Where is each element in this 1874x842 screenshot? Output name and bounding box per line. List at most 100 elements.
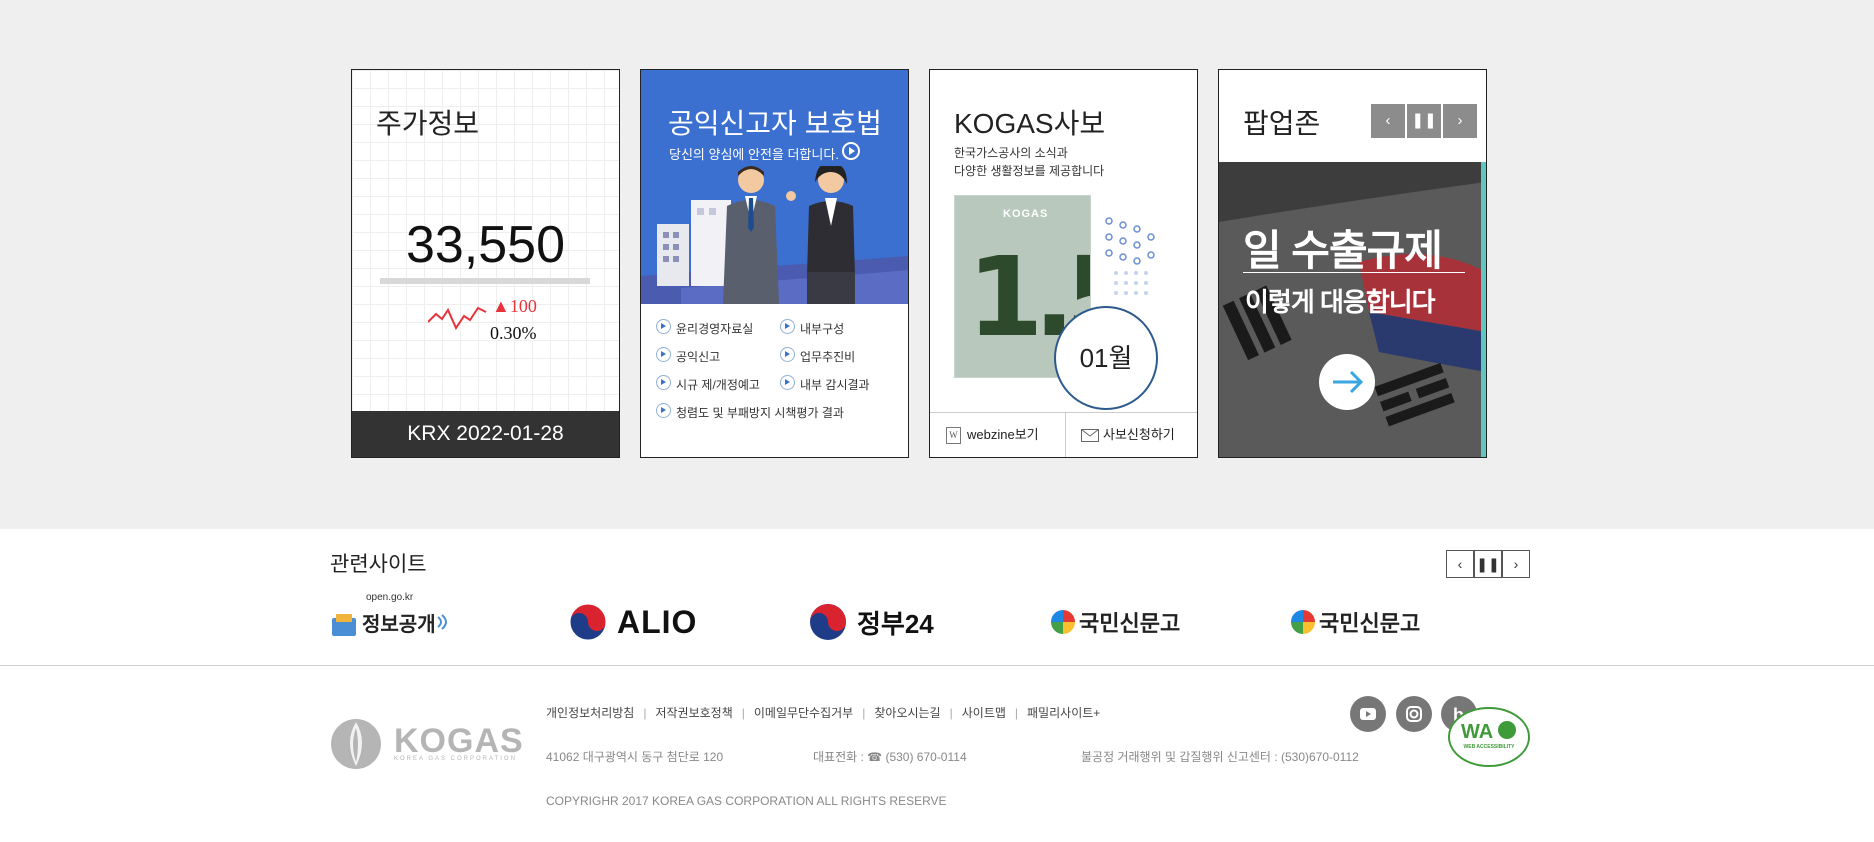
- link-ethics-archive[interactable]: 윤리경영자료실: [656, 319, 753, 337]
- link-audit-results[interactable]: 내부 감시결과: [780, 375, 870, 393]
- related-next-button[interactable]: ›: [1502, 550, 1530, 578]
- footer-links: 개인정보처리방침 | 저작권보호정책 | 이메일무단수집거부 | 찾아오시는길 | 사이트맵 | 패…: [546, 704, 1100, 721]
- epeople-name: 국민신문고: [1319, 611, 1421, 637]
- signal-icon: [436, 614, 447, 630]
- related-logo-epeople-2[interactable]: 국민신문고: [1289, 596, 1420, 648]
- link-regulation-notice[interactable]: 시규 제/개정예고: [656, 375, 760, 393]
- youtube-button[interactable]: [1350, 696, 1386, 732]
- popup-next-button[interactable]: ›: [1443, 104, 1477, 138]
- related-logo-gov24[interactable]: 정부24: [809, 596, 934, 648]
- stock-date-footer: KRX 2022-01-28: [352, 411, 619, 457]
- gov24-name: 정부24: [857, 608, 934, 639]
- epeople-name: 국민신문고: [1079, 611, 1181, 637]
- webzine-view-label: webzine보기: [967, 427, 1039, 442]
- webzine-desc-line1: 한국가스공사의 소식과: [954, 146, 1068, 160]
- popup-zone-title: 팝업존: [1243, 108, 1321, 139]
- chevron-left-icon: ‹: [1457, 556, 1463, 572]
- trend-line-icon: [428, 306, 487, 331]
- stock-title: 주가정보: [376, 108, 480, 139]
- open-go-logo-icon: [332, 614, 356, 636]
- footer-link-copyright[interactable]: 저작권보호정책: [655, 706, 732, 720]
- web-accessibility-mark: WA WEB ACCESSIBILITY: [1447, 706, 1531, 773]
- footer-kogas-logo[interactable]: KOGAS KOREA GAS CORPORATION: [330, 718, 523, 775]
- footer-link-directions[interactable]: 찾아오시는길: [874, 706, 940, 720]
- cover-logo: KOGAS: [1003, 208, 1049, 220]
- envelope-icon: [1081, 429, 1099, 443]
- footer-link-privacy[interactable]: 개인정보처리방침: [546, 706, 634, 720]
- link-integrity-evaluation[interactable]: 청렴도 및 부패방지 시책평가 결과: [656, 403, 844, 421]
- whistleblower-card[interactable]: 공익신고자 보호법 당신의 양심에 안전을 더합니다. 윤리경영자료실 내부구성…: [640, 69, 909, 458]
- footer-link-email-refusal[interactable]: 이메일무단수집거부: [754, 706, 853, 720]
- related-prev-button[interactable]: ‹: [1446, 550, 1474, 578]
- stock-percent: 0.30%: [490, 323, 537, 343]
- popup-zone-card[interactable]: 팝업존 ‹ ❚❚ › 일 수출규제 이렇게 대응합니다: [1218, 69, 1487, 458]
- people-illustration-icon: [641, 166, 908, 304]
- youtube-icon: [1360, 708, 1376, 720]
- webzine-view-button[interactable]: Wwebzine보기: [946, 413, 1064, 457]
- popup-banner-image[interactable]: 일 수출규제 이렇게 대응합니다: [1219, 162, 1486, 457]
- svg-text:WA: WA: [1461, 721, 1493, 743]
- kogas-logo-sub: KOREA GAS CORPORATION: [394, 756, 517, 762]
- chevron-right-icon: ›: [1513, 556, 1519, 572]
- banner-arrow-button[interactable]: [1319, 354, 1375, 410]
- webzine-footer: Wwebzine보기 사보신청하기: [930, 412, 1197, 457]
- whistleblower-subtitle: 당신의 양심에 안전을 더합니다.: [669, 147, 839, 162]
- taegeuk-icon: [569, 603, 607, 641]
- open-go-url: open.go.kr: [366, 591, 414, 603]
- footer-link-sitemap[interactable]: 사이트맵: [962, 706, 1006, 720]
- footer-copyright: COPYRIGHR 2017 KOREA GAS CORPORATION ALL…: [546, 794, 947, 808]
- footer-separator: |: [1014, 706, 1019, 720]
- section-divider: [0, 665, 1874, 666]
- instagram-button[interactable]: [1396, 696, 1432, 732]
- related-logo-open-go[interactable]: open.go.kr 정보공개: [330, 592, 450, 648]
- whistleblower-banner[interactable]: 공익신고자 보호법 당신의 양심에 안전을 더합니다.: [641, 70, 908, 304]
- footer-address: 41062 대구광역시 동구 첨단로 120: [546, 750, 724, 764]
- footer-separator: |: [741, 706, 745, 720]
- footer-separator: |: [643, 706, 647, 720]
- footer-separator: |: [949, 706, 953, 720]
- whistleblower-title: 공익신고자 보호법: [668, 108, 882, 139]
- pinwheel-icon: [1291, 610, 1315, 634]
- link-public-report[interactable]: 공익신고: [656, 347, 720, 365]
- webzine-description: 한국가스공사의 소식과 다양한 생활정보를 제공합니다: [954, 144, 1104, 180]
- chevron-left-icon: ‹: [1385, 112, 1391, 129]
- alio-name: ALIO: [617, 603, 698, 640]
- related-logo-epeople-1[interactable]: 국민신문고: [1049, 596, 1180, 648]
- banner-headline: 일 수출규제: [1243, 227, 1443, 274]
- footer-link-family-sites[interactable]: 패밀리사이트+: [1027, 706, 1100, 720]
- subscribe-button[interactable]: 사보신청하기: [1065, 413, 1197, 457]
- dot-pattern-icon: [1105, 217, 1155, 295]
- webzine-w-icon: W: [946, 427, 961, 445]
- webzine-title: KOGAS사보: [954, 108, 1106, 139]
- footer-report-center: 불공정 거래행위 및 갑질행위 신고센터 : (530)670-0112: [1081, 750, 1359, 764]
- month-badge: 01월: [1054, 306, 1158, 410]
- web-accessibility-icon: WA: [1448, 707, 1530, 767]
- footer-separator: |: [862, 706, 866, 720]
- top-section: 주가정보 33,550 ▲100 0.30% KRX 2022-01-28 공익…: [0, 0, 1874, 529]
- banner-subheadline: 이렇게 대응합니다: [1245, 287, 1436, 317]
- stock-price: 33,550: [405, 216, 566, 274]
- webzine-desc-line2: 다양한 생활정보를 제공합니다: [954, 164, 1105, 178]
- chevron-right-icon: ›: [1457, 112, 1463, 129]
- webzine-card[interactable]: KOGAS사보 한국가스공사의 소식과 다양한 생활정보를 제공합니다 KOGA…: [929, 69, 1198, 458]
- link-internal-composition[interactable]: 내부구성: [780, 319, 844, 337]
- play-circle-icon[interactable]: [842, 142, 860, 160]
- popup-pause-button[interactable]: ❚❚: [1407, 104, 1441, 138]
- stock-card[interactable]: 주가정보 33,550 ▲100 0.30% KRX 2022-01-28: [351, 69, 620, 458]
- pause-icon: ❚❚: [1476, 556, 1500, 572]
- open-go-name: 정보공개: [362, 613, 436, 636]
- footer-phone: 대표전화 : ☎ (530) 670-0114: [813, 750, 967, 764]
- arrow-right-icon: [1333, 370, 1364, 394]
- taegeuk-icon: [810, 604, 846, 640]
- open-go-text: open.go.kr 정보공개: [362, 592, 436, 637]
- related-pause-button[interactable]: ❚❚: [1474, 550, 1502, 578]
- popup-prev-button[interactable]: ‹: [1371, 104, 1405, 138]
- pause-icon: ❚❚: [1411, 112, 1437, 129]
- instagram-icon: [1406, 706, 1422, 722]
- related-sites-title: 관련사이트: [330, 553, 427, 576]
- related-logo-alio[interactable]: ALIO: [569, 596, 697, 648]
- pinwheel-icon: [1051, 610, 1075, 634]
- link-business-expenses[interactable]: 업무추진비: [780, 347, 855, 365]
- subscribe-label: 사보신청하기: [1103, 427, 1175, 442]
- banner-divider: [1243, 272, 1465, 273]
